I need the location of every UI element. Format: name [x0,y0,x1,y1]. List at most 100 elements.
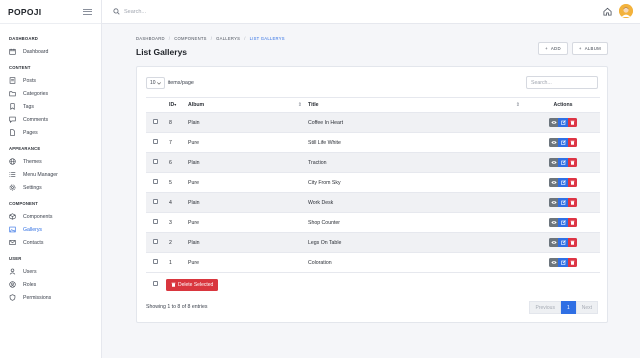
edit-button[interactable] [558,158,568,167]
roles-icon [9,281,16,288]
trash-icon [570,180,575,185]
view-button[interactable] [548,218,559,227]
sidebar-item-pages[interactable]: Pages [0,126,101,139]
view-button[interactable] [548,178,559,187]
sidebar-item-posts[interactable]: Posts [0,74,101,87]
edit-button[interactable] [558,118,568,127]
header-album-label: Album [188,102,205,108]
avatar[interactable] [619,4,633,18]
edit-button[interactable] [558,138,568,147]
sidebar-item-roles[interactable]: Roles [0,278,101,291]
row-actions [548,178,578,187]
select-all-cell [146,273,166,297]
select-all-checkbox[interactable] [153,281,158,287]
view-button[interactable] [548,238,559,247]
sidebar-item-categories[interactable]: Categories [0,87,101,100]
table-row[interactable]: 1 Pure Coloration [146,252,600,273]
eye-icon [550,200,557,205]
view-button[interactable] [548,258,559,267]
header-title[interactable]: Title ⇕ [308,97,526,113]
pagination-next[interactable]: Next [575,301,598,314]
delete-button[interactable] [567,158,578,167]
cell-title: Traction [308,152,526,173]
header-id[interactable]: ID▾ [166,97,188,113]
table-row[interactable]: 3 Pure Shop Counter [146,212,600,233]
cell-actions [526,132,600,153]
edit-button[interactable] [558,258,568,267]
edit-button[interactable] [558,218,568,227]
add-button[interactable]: + ADD [538,42,568,55]
per-page-control: 10 items/page [146,77,194,89]
delete-button[interactable] [567,178,578,187]
sidebar-item-dashboard[interactable]: Dashboard [0,45,101,58]
row-checkbox[interactable] [153,159,158,164]
trash-icon [570,120,575,125]
delete-button[interactable] [567,198,578,207]
table-row[interactable]: 4 Plain Work Desk [146,192,600,213]
sidebar-item-comments[interactable]: Comments [0,113,101,126]
edit-button[interactable] [558,198,568,207]
sidebar: POPOJI DASHBOARD Dashboard CONTENT Posts Cat… [0,0,102,358]
edit-icon [560,220,566,225]
edit-button[interactable] [558,178,568,187]
row-checkbox[interactable] [153,219,158,224]
sidebar-item-menu-manager[interactable]: Menu Manager [0,168,101,181]
view-button[interactable] [548,118,559,127]
sidebar-item-label: Users [23,268,37,275]
view-button[interactable] [548,158,559,167]
cell-actions [526,232,600,253]
per-page-select[interactable]: 10 [146,77,165,89]
row-checkbox[interactable] [153,239,158,244]
table-row[interactable]: 2 Plain Legs On Table [146,232,600,253]
delete-selected-button[interactable]: Delete Selected [166,278,219,291]
cell-actions [526,192,600,213]
table-row[interactable]: 7 Pure Still Life White [146,132,600,153]
sidebar-item-label: Pages [23,129,38,136]
breadcrumb-components[interactable]: COMPONENTS [174,36,207,41]
row-checkbox[interactable] [153,139,158,144]
eye-icon [550,160,557,165]
view-button[interactable] [548,138,559,147]
view-button[interactable] [548,198,559,207]
sidebar-item-gallerys[interactable]: Gallerys [0,223,101,236]
sidebar-item-components[interactable]: Components [0,210,101,223]
brand-bar: POPOJI [0,0,101,24]
table-row[interactable]: 5 Pure City From Sky [146,172,600,193]
delete-button[interactable] [567,138,578,147]
sidebar-item-settings[interactable]: Settings [0,181,101,194]
breadcrumb-dashboard[interactable]: DASHBOARD [136,36,165,41]
hamburger-icon[interactable] [83,8,92,15]
row-checkbox[interactable] [153,179,158,184]
row-checkbox[interactable] [153,199,158,204]
sidebar-item-tags[interactable]: Tags [0,100,101,113]
pagination: Previous 1 Next [529,301,598,314]
delete-button[interactable] [567,218,578,227]
row-select-cell [146,132,166,153]
delete-button[interactable] [567,238,578,247]
search-input[interactable] [124,8,244,15]
list-icon [9,171,16,178]
delete-button[interactable] [567,118,578,127]
table-row[interactable]: 6 Plain Traction [146,152,600,173]
sidebar-item-users[interactable]: Users [0,265,101,278]
table-row[interactable]: 8 Plain Coffee In Heart [146,112,600,133]
cell-title: Work Desk [308,192,526,213]
table-search-input[interactable] [526,76,598,89]
header-album[interactable]: Album ⇕ [188,97,308,113]
sidebar-item-contacts[interactable]: Contacts [0,236,101,249]
row-checkbox[interactable] [153,259,158,264]
table-header-row: ID▾ Album ⇕ Title ⇕ Actions [146,97,600,113]
eye-icon [550,220,557,225]
pagination-previous[interactable]: Previous [529,301,561,314]
sidebar-item-permissions[interactable]: Permissions [0,291,101,304]
delete-button[interactable] [567,258,578,267]
breadcrumb-gallerys[interactable]: GALLERYS [216,36,240,41]
sidebar-item-themes[interactable]: Themes [0,155,101,168]
pagination-page-1[interactable]: 1 [560,301,576,314]
home-icon[interactable] [602,6,612,16]
sidebar-section-appearance: APPEARANCE [9,146,41,151]
row-checkbox[interactable] [153,119,158,124]
add-album-button[interactable]: + ALBUM [571,42,608,55]
edit-button[interactable] [558,238,568,247]
brand-logo[interactable]: POPOJI [8,7,41,17]
